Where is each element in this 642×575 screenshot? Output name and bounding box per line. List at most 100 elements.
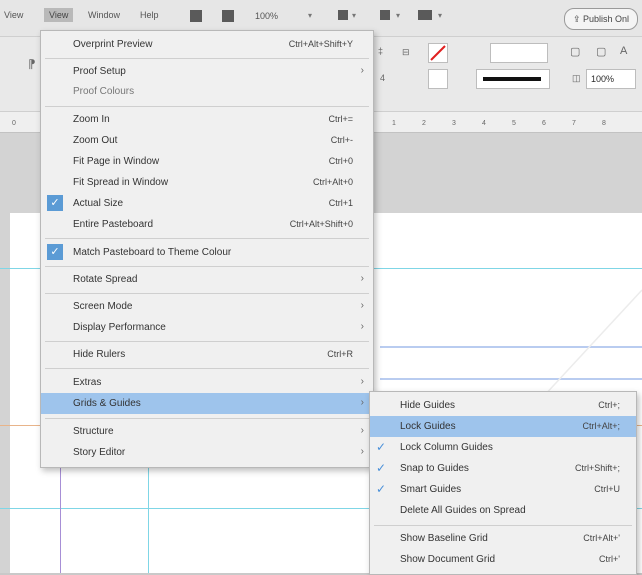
menu-item-shortcut: Ctrl+- (330, 135, 353, 145)
ruler-tick: 7 (572, 120, 576, 127)
menu-separator (45, 58, 369, 59)
menu-separator (45, 106, 369, 107)
menu-item-story-editor[interactable]: Story Editor › (41, 442, 373, 463)
menu-view[interactable]: View (44, 8, 74, 22)
angle-icon: 4 (380, 73, 386, 83)
stroke-label: ⊟ (402, 47, 410, 57)
ruler-tick: 1 (392, 120, 396, 127)
check-icon: ✓ (47, 244, 63, 260)
menu-item-label: Structure (73, 426, 114, 437)
menu-item-label: Display Performance (73, 322, 166, 333)
submenu-arrow-icon: › (360, 446, 364, 457)
menu-item-label: Entire Pasteboard (73, 219, 154, 230)
menu-item-shortcut: Ctrl+= (328, 114, 353, 124)
submenu-item-shortcut: Ctrl+Alt+' (583, 533, 620, 543)
stock-icon[interactable] (222, 10, 234, 22)
menu-separator (45, 368, 369, 369)
check-icon: ✓ (375, 440, 387, 454)
menu-item-label: Proof Colours (73, 86, 135, 97)
menu-item-overprint-preview[interactable]: Overprint Preview Ctrl+Alt+Shift+Y (41, 34, 373, 55)
screen-mode-icon[interactable] (380, 10, 390, 20)
menu-help[interactable]: Help (140, 10, 159, 20)
stroke-swatch[interactable] (428, 69, 448, 89)
stroke-weight-icon: ‡ (378, 46, 384, 56)
fill-swatch[interactable] (428, 43, 448, 63)
submenu-item-lock-column-guides[interactable]: ✓ Lock Column Guides (370, 437, 636, 458)
view-options-icon[interactable] (338, 10, 348, 20)
grids-guides-submenu: Hide Guides Ctrl+; Lock Guides Ctrl+Alt+… (369, 391, 637, 575)
submenu-item-snap-to-guides[interactable]: ✓ Snap to Guides Ctrl+Shift+; (370, 458, 636, 479)
submenu-item-shortcut: Ctrl+U (594, 484, 620, 494)
menu-separator (45, 266, 369, 267)
submenu-item-label: Smart Guides (400, 484, 462, 495)
view-options-caret-icon[interactable]: ▾ (352, 11, 356, 20)
publish-online-button[interactable]: ⇪ Publish Onl (564, 8, 638, 30)
fx-icon[interactable]: A (620, 45, 627, 57)
submenu-item-label: Lock Guides (400, 421, 456, 432)
align-icon[interactable]: ▢ (570, 45, 580, 58)
menu-item-extras[interactable]: Extras › (41, 372, 373, 393)
menu-item-shortcut: Ctrl+Alt+Shift+Y (288, 39, 353, 49)
menu-item-label: Rotate Spread (73, 274, 138, 285)
menu-item-actual-size[interactable]: ✓ Actual Size Ctrl+1 (41, 193, 373, 214)
menu-item-shortcut: Ctrl+Alt+0 (312, 177, 353, 187)
submenu-item-delete-all-guides[interactable]: Delete All Guides on Spread (370, 500, 636, 521)
arrange-documents-icon[interactable] (418, 10, 432, 20)
share-icon: ⇪ (572, 14, 583, 24)
submenu-arrow-icon: › (360, 425, 364, 436)
arrange-caret-icon[interactable]: ▾ (438, 11, 442, 20)
menu-item-screen-mode[interactable]: Screen Mode › (41, 296, 373, 317)
submenu-item-show-baseline-grid[interactable]: Show Baseline Grid Ctrl+Alt+' (370, 528, 636, 549)
menu-item-label: Overprint Preview (73, 39, 153, 50)
menu-item-match-pasteboard[interactable]: ✓ Match Pasteboard to Theme Colour (41, 242, 373, 263)
submenu-arrow-icon: › (360, 376, 364, 387)
menu-item-display-performance[interactable]: Display Performance › (41, 317, 373, 338)
menu-view-left[interactable]: View (4, 10, 23, 20)
menu-item-entire-pasteboard[interactable]: Entire Pasteboard Ctrl+Alt+Shift+0 (41, 214, 373, 235)
menu-item-fit-page[interactable]: Fit Page in Window Ctrl+0 (41, 151, 373, 172)
menu-separator (45, 238, 369, 239)
menu-item-zoom-out[interactable]: Zoom Out Ctrl+- (41, 130, 373, 151)
opacity-field[interactable]: 100% (586, 69, 636, 89)
check-icon: ✓ (47, 195, 63, 211)
zoom-level[interactable]: 100% (255, 11, 278, 21)
none-swatch-icon (430, 45, 446, 61)
menu-separator (45, 341, 369, 342)
menu-item-rotate-spread[interactable]: Rotate Spread › (41, 269, 373, 290)
menu-item-label: Extras (73, 377, 102, 388)
opacity-icon: ◫ (572, 73, 581, 83)
submenu-item-lock-guides[interactable]: Lock Guides Ctrl+Alt+; (370, 416, 636, 437)
menu-item-shortcut: Ctrl+R (327, 349, 353, 359)
ruler-tick: 4 (482, 120, 486, 127)
menu-item-label: Hide Rulers (73, 349, 126, 360)
check-icon: ✓ (375, 461, 387, 475)
publish-label: Publish Onl (583, 14, 630, 24)
stroke-weight-field[interactable] (490, 43, 548, 63)
menu-window[interactable]: Window (88, 10, 120, 20)
zoom-dropdown-icon[interactable]: ▾ (308, 11, 312, 20)
submenu-item-smart-guides[interactable]: ✓ Smart Guides Ctrl+U (370, 479, 636, 500)
submenu-item-hide-guides[interactable]: Hide Guides Ctrl+; (370, 395, 636, 416)
menu-item-grids-guides[interactable]: Grids & Guides › (41, 393, 373, 414)
menu-item-structure[interactable]: Structure › (41, 421, 373, 442)
menu-item-proof-colours[interactable]: Proof Colours (41, 81, 373, 102)
stroke-type-field[interactable] (476, 69, 550, 89)
menu-item-hide-rulers[interactable]: Hide Rulers Ctrl+R (41, 344, 373, 365)
menu-item-proof-setup[interactable]: Proof Setup › (41, 61, 373, 82)
distribute-icon[interactable]: ▢ (596, 45, 606, 58)
ruler-tick: 5 (512, 120, 516, 127)
ruler-tick: 8 (602, 120, 606, 127)
submenu-item-label: Show Baseline Grid (400, 533, 488, 544)
submenu-item-shortcut: Ctrl+Alt+; (582, 421, 620, 431)
reference-point-icon[interactable]: ⁋ (28, 57, 36, 71)
ruler-tick: 6 (542, 120, 546, 127)
submenu-item-show-document-grid[interactable]: Show Document Grid Ctrl+' (370, 549, 636, 570)
menu-item-fit-spread[interactable]: Fit Spread in Window Ctrl+Alt+0 (41, 172, 373, 193)
menu-separator (45, 418, 369, 419)
bridge-icon[interactable] (190, 10, 202, 22)
submenu-item-label: Delete All Guides on Spread (400, 505, 526, 516)
menu-item-shortcut: Ctrl+0 (328, 156, 353, 166)
submenu-arrow-icon: › (360, 321, 364, 332)
screen-mode-caret-icon[interactable]: ▾ (396, 11, 400, 20)
menu-item-zoom-in[interactable]: Zoom In Ctrl+= (41, 109, 373, 130)
